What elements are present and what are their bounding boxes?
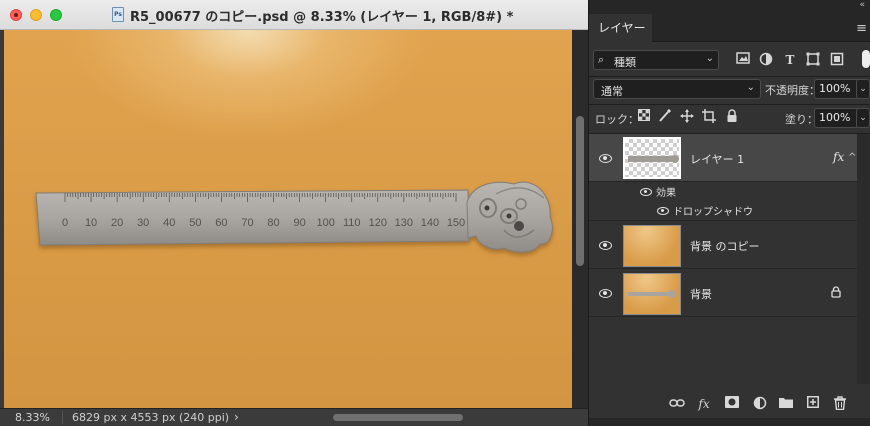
search-icon: ⌕ [598,53,605,66]
chevron-down-icon: ⌄ [705,53,714,64]
group-folder-icon[interactable] [778,396,794,412]
minimize-window-button[interactable] [30,9,42,21]
layer-name[interactable]: レイヤー 1 [690,151,744,167]
drop-shadow-eye-icon[interactable] [656,207,670,216]
layer-name[interactable]: 背景 のコピー [690,238,760,254]
effects-eye-icon[interactable] [639,188,653,197]
ruler-tick-label: 140 [421,217,439,229]
blend-mode-dropdown[interactable]: 通常 ⌄ [593,79,761,99]
fill-chevron-down-icon[interactable]: ⌄ [856,108,870,128]
layers-bottom-toolbar: fx [589,390,870,418]
mask-icon[interactable] [724,396,740,412]
ruler-tick-label: 130 [395,217,413,229]
ruler-tick-label: 110 [343,217,361,229]
ruler-tick-label: 80 [267,217,279,229]
layer-lock-icon[interactable] [831,286,841,301]
window-title: R5_00677 のコピー.psd @ 8.33% (レイヤー 1, RGB/8… [130,10,514,25]
image-filter-icon[interactable] [735,52,751,68]
ruler-tick-label: 70 [241,217,253,229]
layer-row-background-copy[interactable]: 背景 のコピー [589,221,857,269]
fill-input[interactable]: 100% [814,108,860,128]
lock-transparent-icon[interactable] [636,109,652,125]
maximize-window-button[interactable] [50,9,62,21]
panel-tab-bar: レイヤー ≡ [589,14,870,42]
adjustment-layer-icon[interactable] [752,396,768,412]
lock-label: ロック： [595,113,639,126]
blend-mode-value: 通常 [601,85,623,98]
layer-filter-dropdown[interactable]: ⌕ 種類 ⌄ [593,50,719,70]
divider [589,76,870,77]
ruler-tick-label: 60 [215,217,227,229]
opacity-chevron-down-icon[interactable]: ⌄ [856,79,870,99]
chevron-up-icon[interactable]: ^ [848,152,856,163]
drop-shadow-row[interactable]: ドロップシャドウ [589,201,857,221]
layer-thumbnail [623,137,681,179]
divider [589,104,870,105]
shape-filter-icon[interactable] [805,52,821,68]
visibility-eye-icon[interactable] [597,153,613,163]
filter-kind-label: 種類 [614,56,636,69]
document-window: Ps R5_00677 のコピー.psd @ 8.33% (レイヤー 1, RG… [0,0,588,426]
layer-thumbnail [623,273,681,315]
ruler-tick-label: 30 [137,217,149,229]
ruler-tick-label: 100 [316,217,334,229]
effects-row[interactable]: 効果 [589,182,857,201]
panel-menu-icon[interactable]: ≡ [856,21,867,36]
status-menu-chevron-icon[interactable]: › [234,410,239,424]
fx-badge-icon[interactable]: fx [833,150,844,164]
lock-all-icon[interactable] [724,109,740,125]
layers-panel: « レイヤー ≡ ⌕ 種類 ⌄ T 通常 ⌄ 不透明度： 100% ⌄ ロック： [588,0,870,426]
canvas[interactable]: 0 10 20 30 40 50 60 70 80 90 100 110 120 130 140 150 [4,30,572,408]
layer-row-layer1[interactable]: レイヤー 1 fx ^ [589,134,857,182]
horizontal-scroll-thumb[interactable] [333,414,463,421]
adjustment-filter-icon[interactable] [758,52,774,68]
layer-name[interactable]: 背景 [690,286,712,302]
panel-bottom-strip [589,418,870,426]
lock-position-icon[interactable] [679,109,695,125]
type-filter-icon[interactable]: T [782,52,798,68]
opacity-input[interactable]: 100% [814,79,860,99]
ruler-tick-label: 120 [369,217,387,229]
layer-thumbnail [623,225,681,267]
smart-object-filter-icon[interactable] [829,52,845,68]
zoom-level[interactable]: 8.33% [15,411,50,424]
document-size: 6829 px x 4553 px (240 ppi) [72,411,230,424]
link-layers-icon[interactable] [669,396,685,412]
ruler-tick-label: 10 [85,217,97,229]
filter-toggle-switch[interactable] [862,50,870,68]
ruler-tick-label: 90 [293,217,305,229]
collapse-panels-icon[interactable]: « [859,0,865,10]
visibility-eye-icon[interactable] [597,288,613,298]
trash-icon[interactable] [832,396,848,412]
vertical-scroll-thumb[interactable] [576,116,584,266]
status-separator [62,411,63,424]
tab-layers[interactable]: レイヤー [589,14,652,42]
visibility-eye-icon[interactable] [597,240,613,250]
close-window-button[interactable] [10,9,22,21]
ruler-tick-label: 40 [163,217,175,229]
chevron-down-icon: ⌄ [746,82,755,93]
psd-file-icon: Ps [112,7,124,22]
ruler-tick-label: 150 [447,217,465,229]
drop-shadow-label: ドロップシャドウ [673,207,753,218]
layer-row-background[interactable]: 背景 [589,269,857,317]
ruler-tick-label: 50 [189,217,201,229]
layers-list: レイヤー 1 fx ^ 効果 ドロップシャドウ 背景 のコピー 背景 [589,134,870,384]
lock-artboard-icon[interactable] [701,109,717,125]
ruler-image: 0 10 20 30 40 50 60 70 80 90 100 110 120 130 140 150 [35,181,553,253]
fx-icon[interactable]: fx [696,396,712,412]
title-bar: Ps R5_00677 のコピー.psd @ 8.33% (レイヤー 1, RG… [0,0,588,30]
status-bar: 8.33% 6829 px x 4553 px (240 ppi) › [0,408,588,426]
new-layer-icon[interactable] [805,396,821,412]
panel-header-strip: « [589,0,870,14]
ruler-tick-label: 0 [62,217,68,229]
opacity-label: 不透明度： [765,84,820,97]
layers-scrollbar[interactable] [857,134,870,384]
lock-image-icon[interactable] [657,108,673,125]
effects-label: 効果 [656,188,676,199]
ruler-tick-label: 20 [111,217,123,229]
